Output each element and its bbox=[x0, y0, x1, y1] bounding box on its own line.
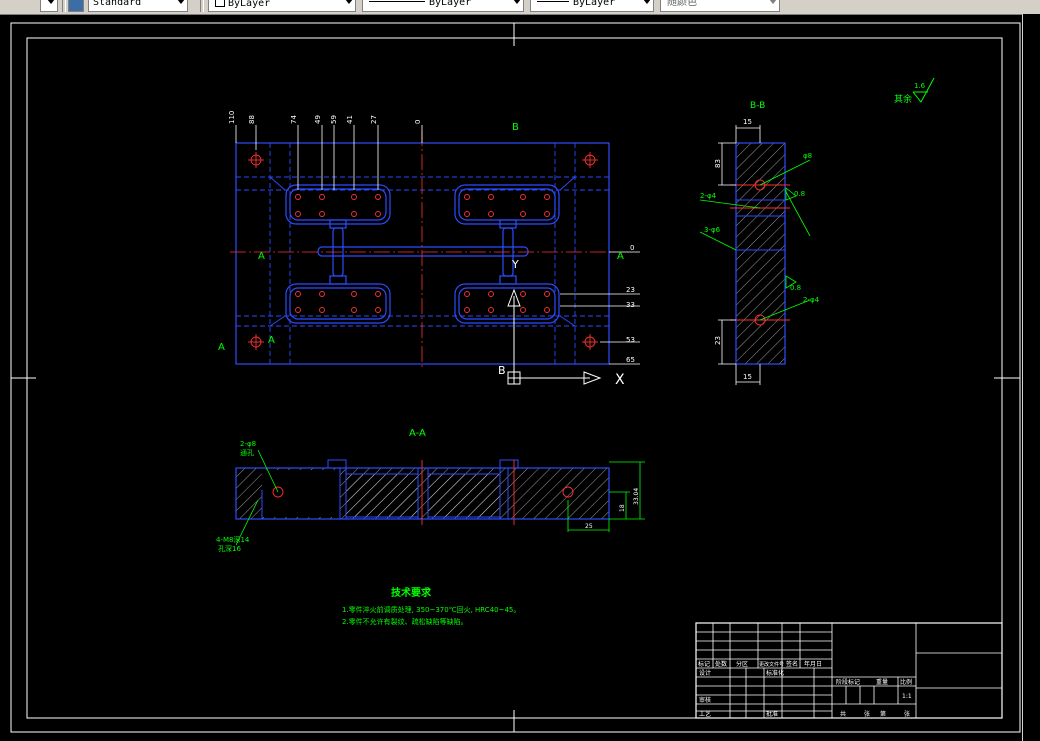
bb-note-d3: 3-φ6 bbox=[704, 226, 721, 234]
roughness-value: 1.6 bbox=[914, 82, 926, 90]
view-b-label: B bbox=[498, 364, 506, 377]
color-value: 随颜色 bbox=[667, 0, 697, 8]
section-marker-a-left: A bbox=[258, 251, 265, 262]
dim-right-label: 0 bbox=[630, 244, 634, 252]
tb-row-label: 标记 bbox=[698, 660, 710, 668]
tb-stage: 阶段标记 bbox=[836, 678, 860, 686]
text-style-value: Standard bbox=[93, 0, 142, 8]
tb-row-label: 处数 bbox=[715, 660, 727, 668]
layer-value: ByLayer bbox=[228, 0, 271, 9]
aa-note1b: 通孔 bbox=[240, 448, 254, 457]
tb-row-label: 签名 bbox=[786, 660, 798, 668]
section-marker-b-top: B bbox=[512, 122, 519, 133]
tb-page: 第 bbox=[880, 710, 886, 718]
tb-row-label: 年月日 bbox=[804, 660, 822, 668]
layer-dropdown[interactable]: ByLayer bbox=[208, 0, 356, 12]
properties-toolbar: Standard ByLayer ByLayer ByLayer 随颜色 bbox=[0, 0, 1040, 15]
bb-note-d1: φ8 bbox=[803, 152, 812, 160]
plan-view bbox=[230, 125, 640, 385]
tb-audit: 审核 bbox=[699, 696, 711, 704]
tech-line1: 1.零件淬火前调质处理, 350~370℃回火, HRC40~45。 bbox=[342, 605, 520, 614]
linetype-dropdown[interactable]: ByLayer bbox=[362, 0, 524, 12]
aa-note2b: 孔深16 bbox=[218, 544, 241, 553]
section-marker-a-bottom2: A bbox=[268, 335, 275, 346]
dim-right-label: 33 bbox=[626, 301, 635, 309]
drawing-canvas[interactable]: 110 88 74 49 59 41 27 0 0 23 33 53 65 B … bbox=[0, 15, 1022, 741]
roughness-note: 其余 bbox=[894, 93, 912, 105]
tb-process: 工艺 bbox=[699, 710, 711, 718]
ucs-x-label: X bbox=[615, 372, 625, 388]
title-block bbox=[695, 622, 1003, 719]
toolbar-separator bbox=[200, 0, 204, 12]
dim-top-label: 49 bbox=[314, 115, 322, 124]
tb-scale: 1:1 bbox=[902, 693, 912, 700]
tb-row-label: 分区 bbox=[736, 660, 748, 668]
dim-top-label: 88 bbox=[248, 115, 256, 124]
aa-note2: 4-M8深14 bbox=[216, 535, 250, 544]
bb-dim-lower: 23 bbox=[714, 336, 722, 345]
line-preview-icon bbox=[537, 1, 569, 2]
lineweight-dropdown[interactable]: ByLayer bbox=[530, 0, 654, 12]
bb-note-d5: 0.8 bbox=[794, 190, 805, 198]
tb-sheets: 共 bbox=[840, 710, 846, 718]
dim-top-label: 0 bbox=[414, 120, 422, 124]
section-aa bbox=[235, 449, 645, 546]
bb-note-d4: 2-φ4 bbox=[803, 296, 820, 304]
dim-top-label: 59 bbox=[330, 115, 338, 124]
bb-note-d2: 2-φ4 bbox=[700, 192, 717, 200]
bb-note-d6: 0.8 bbox=[790, 284, 801, 292]
bb-dim-bottom: 15 bbox=[743, 373, 752, 381]
aa-dim-w: 25 bbox=[585, 523, 593, 530]
dim-right-label: 53 bbox=[626, 336, 635, 344]
aa-title: A-A bbox=[409, 428, 426, 439]
tech-title: 技术要求 bbox=[391, 586, 432, 599]
dim-right-label: 65 bbox=[626, 356, 635, 364]
dim-right-label: 23 bbox=[626, 286, 635, 294]
text-style-dropdown[interactable]: Standard bbox=[88, 0, 188, 12]
color-dropdown[interactable]: 随颜色 bbox=[660, 0, 780, 12]
tb-standard: 标准化 bbox=[766, 669, 784, 677]
dim-top-label: 110 bbox=[228, 111, 236, 124]
dim-top-label: 74 bbox=[290, 115, 298, 124]
ucs-y-label: Y bbox=[511, 258, 519, 271]
toolbar-separator bbox=[62, 0, 66, 12]
aa-dim-h2: 18 bbox=[619, 504, 626, 512]
dim-top-label: 41 bbox=[346, 115, 354, 124]
tb-design: 设计 bbox=[699, 669, 711, 677]
tb-approve: 批准 bbox=[766, 710, 778, 718]
bb-dim-left: 83 bbox=[714, 159, 722, 168]
text-style-icon[interactable] bbox=[68, 0, 84, 12]
bb-title: B-B bbox=[750, 101, 765, 111]
left-dropdown-arrow[interactable] bbox=[40, 0, 58, 12]
aa-dim-height: 33.04 bbox=[633, 488, 640, 505]
line-preview-icon bbox=[369, 1, 425, 2]
tb-row-label: 更改文件号 bbox=[759, 661, 784, 668]
section-marker-a-right: A bbox=[617, 251, 624, 262]
aa-note1: 2-φ8 bbox=[240, 440, 256, 448]
color-swatch-icon bbox=[215, 0, 225, 7]
tb-sheet: 张 bbox=[864, 710, 870, 718]
tech-line2: 2.零件不允许有裂纹、疏松缺陷等缺陷。 bbox=[342, 617, 468, 626]
section-marker-a-bottom: A bbox=[218, 342, 225, 353]
vertical-scrollbar[interactable] bbox=[1022, 14, 1040, 741]
roughness-symbol: 其余 1.6 bbox=[894, 77, 935, 105]
bb-dim-top: 15 bbox=[743, 118, 752, 126]
tb-weight: 重量 bbox=[876, 678, 888, 686]
lineweight-value: ByLayer bbox=[573, 0, 616, 8]
linetype-value: ByLayer bbox=[429, 0, 472, 8]
dim-top-label: 27 bbox=[370, 115, 378, 124]
tb-page2: 张 bbox=[904, 710, 910, 718]
tb-scale-label: 比例 bbox=[900, 678, 912, 686]
